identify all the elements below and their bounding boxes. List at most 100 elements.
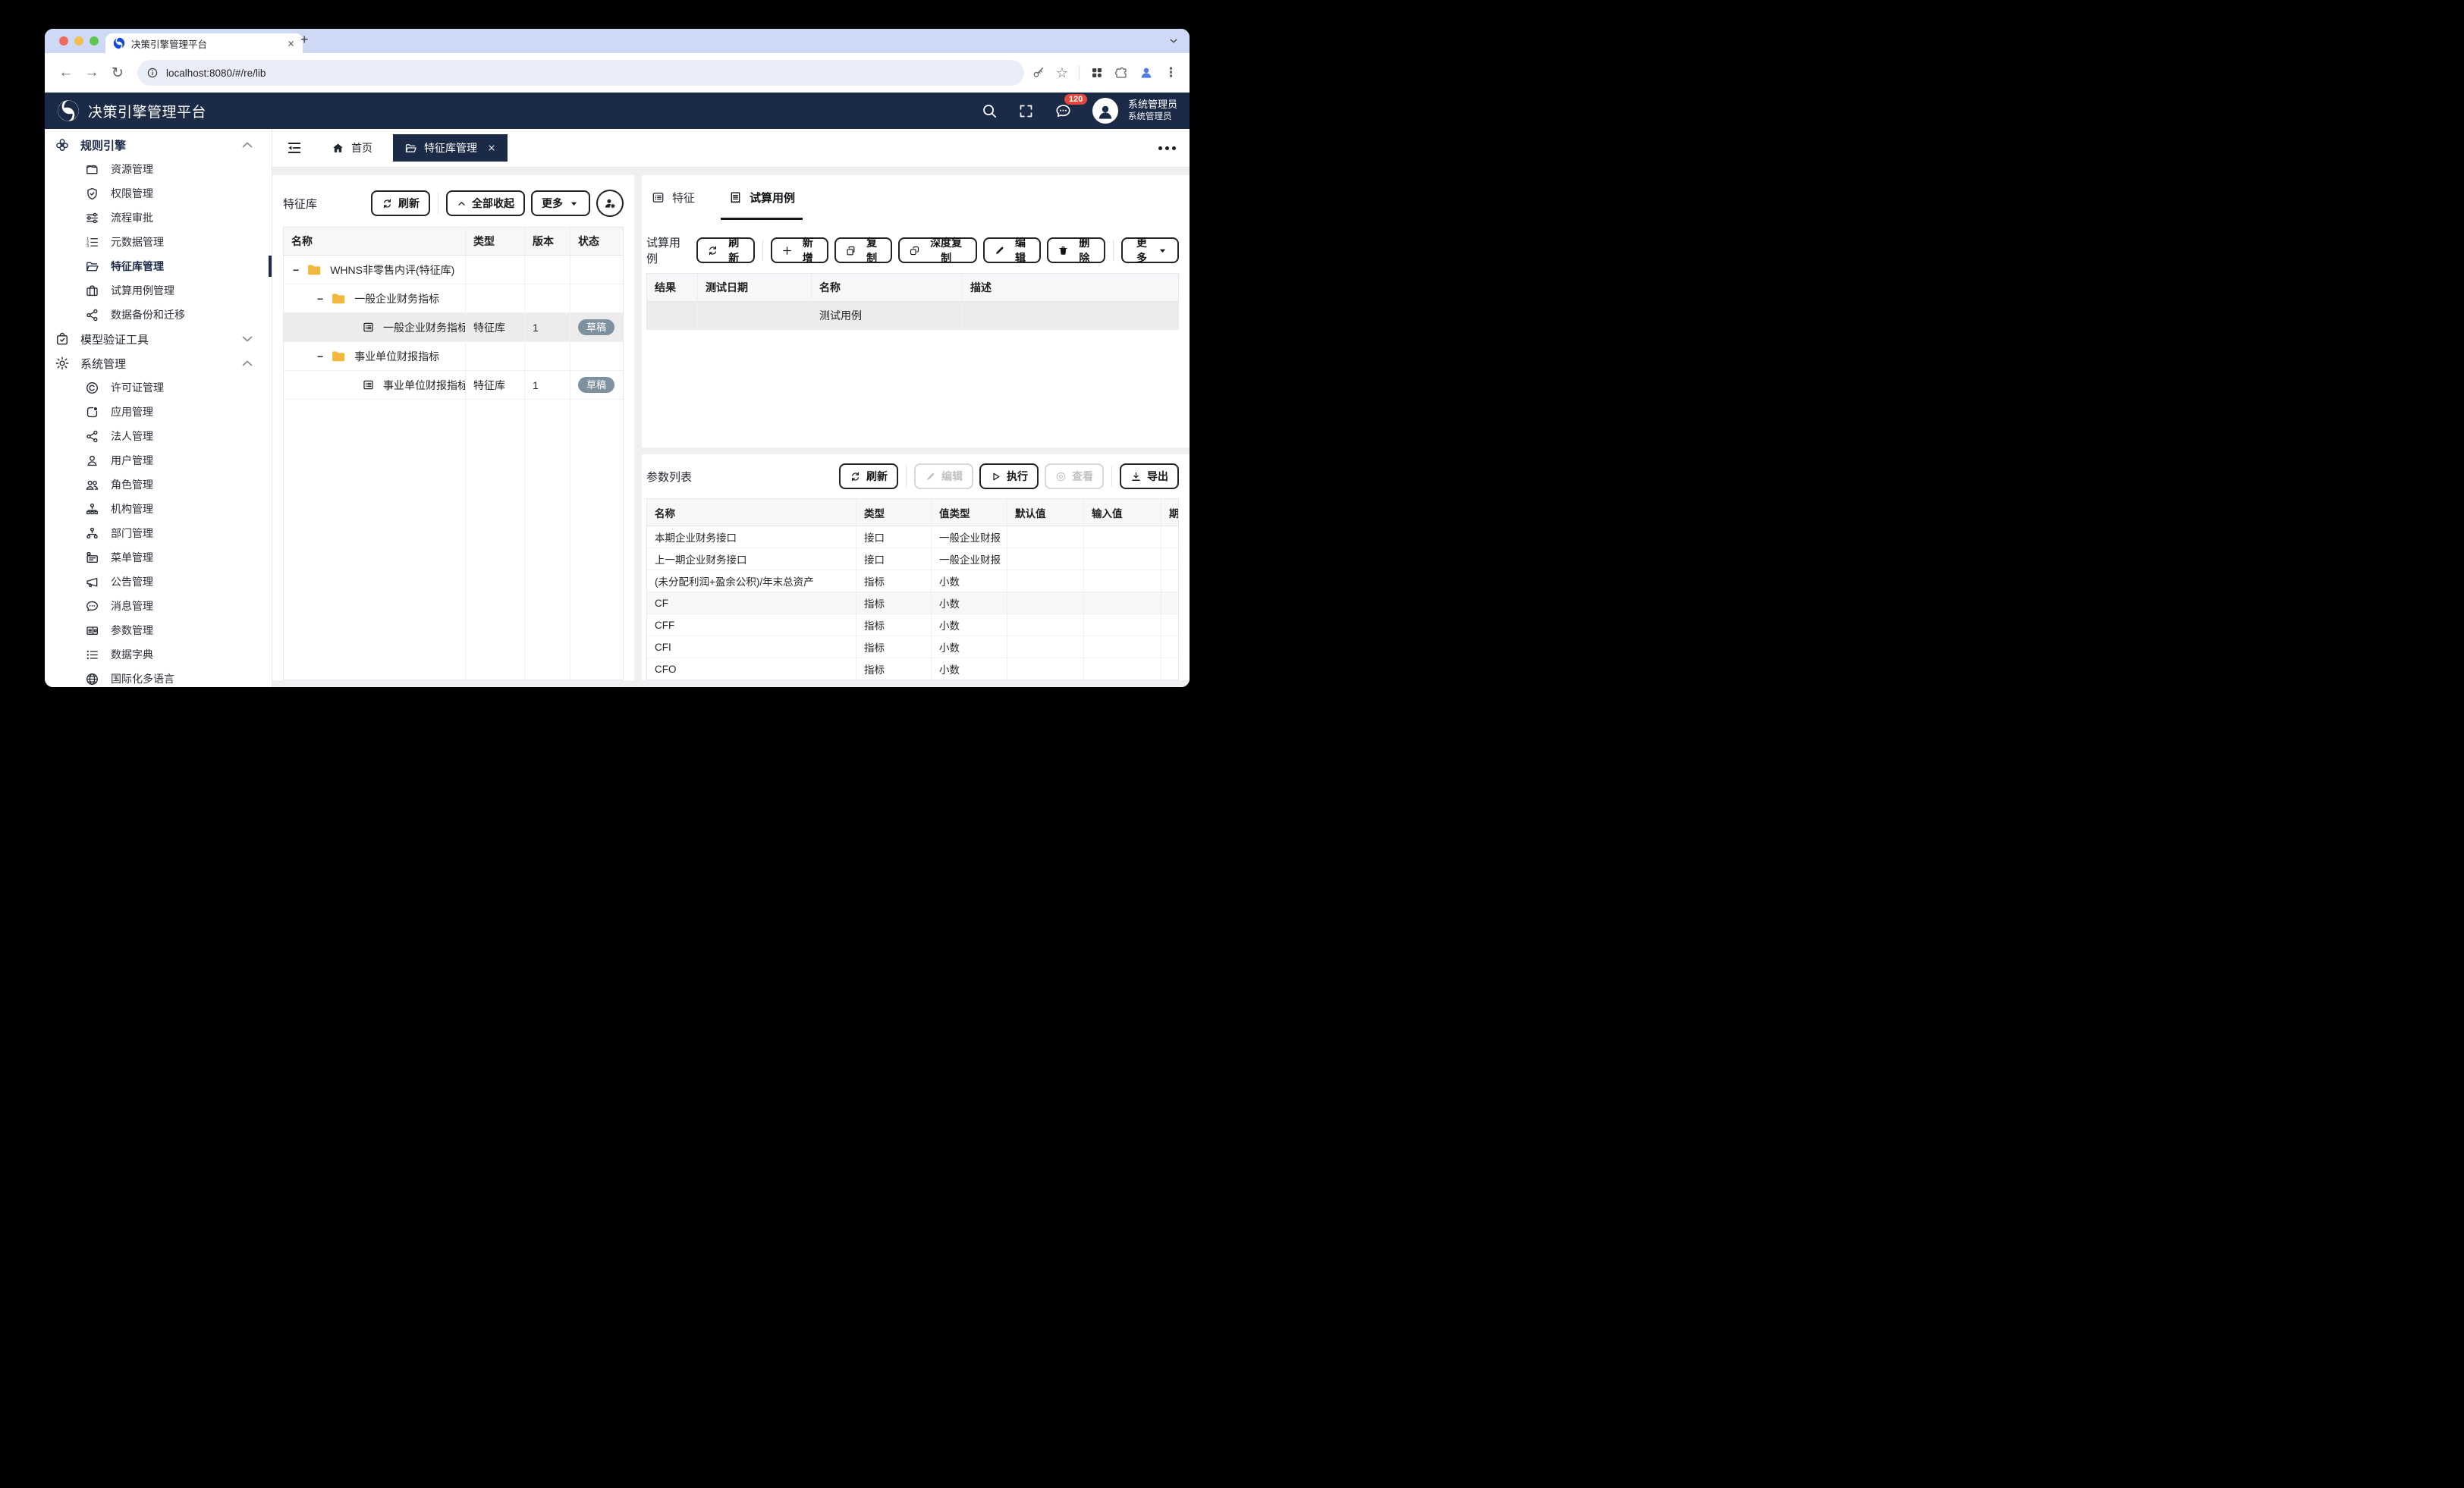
- param-view-button[interactable]: 查看: [1045, 463, 1104, 489]
- sidebar-item-permission[interactable]: 权限管理: [45, 181, 272, 206]
- user-avatar[interactable]: [1092, 98, 1118, 124]
- tab-close-icon[interactable]: [287, 39, 295, 48]
- tree-row[interactable]: −WHNS非零售内评(特征库): [284, 256, 623, 284]
- button-label: 深度复制: [926, 235, 966, 265]
- browser-tab[interactable]: 决策引擎管理平台: [105, 33, 303, 53]
- sidebar-item-department[interactable]: 部门管理: [45, 521, 272, 545]
- cell-name: CFF: [647, 614, 856, 636]
- tree-row-selected[interactable]: 一般企业财务指标 特征库 1 草稿: [284, 313, 623, 342]
- param-export-button[interactable]: 导出: [1120, 463, 1179, 489]
- param-row[interactable]: 上一期企业财务接口 接口 一般企业财报: [647, 548, 1178, 570]
- sidebar-item-resource[interactable]: 资源管理: [45, 157, 272, 181]
- sidebar-item-role[interactable]: 角色管理: [45, 472, 272, 497]
- bookmark-star-icon[interactable]: ☆: [1056, 65, 1068, 81]
- collapse-all-button[interactable]: 全部收起: [446, 190, 525, 216]
- tree-collapse-toggle[interactable]: −: [317, 350, 323, 363]
- sidebar-item-user[interactable]: 用户管理: [45, 448, 272, 472]
- button-label: 删除: [1074, 235, 1094, 265]
- library-more-button[interactable]: 更多: [531, 190, 590, 216]
- trial-deep-copy-button[interactable]: 深度复制: [898, 237, 977, 263]
- tab-trial-cases[interactable]: 试算用例: [725, 175, 798, 220]
- sidebar-item-announcement[interactable]: 公告管理: [45, 570, 272, 594]
- param-row[interactable]: CFF 指标 小数: [647, 614, 1178, 636]
- tab-home[interactable]: 首页: [332, 140, 372, 155]
- apps-grid-icon[interactable]: [1090, 66, 1104, 80]
- site-info-icon[interactable]: [146, 67, 159, 79]
- tab-features[interactable]: 特征: [648, 175, 698, 220]
- extensions-puzzle-icon[interactable]: [1114, 66, 1128, 80]
- new-tab-button[interactable]: +: [300, 32, 309, 48]
- param-edit-button[interactable]: 编辑: [914, 463, 973, 489]
- param-execute-button[interactable]: 执行: [979, 463, 1039, 489]
- tree-node-label: 一般企业财务指标: [383, 320, 466, 335]
- trial-delete-button[interactable]: 删除: [1047, 237, 1105, 263]
- sidebar-group-rule-engine[interactable]: 规则引擎: [45, 133, 272, 157]
- zoom-window-button[interactable]: [90, 36, 99, 46]
- search-icon[interactable]: [981, 102, 998, 119]
- sidebar-item-label: 机构管理: [111, 501, 153, 516]
- library-refresh-button[interactable]: 刷新: [371, 190, 430, 216]
- trial-add-button[interactable]: 新增: [771, 237, 828, 263]
- chevron-up-icon[interactable]: [240, 356, 255, 371]
- sidebar-item-license[interactable]: 许可证管理: [45, 375, 272, 400]
- param-refresh-button[interactable]: 刷新: [839, 463, 898, 489]
- tree-row[interactable]: 事业单位财报指标 特征库 1 草稿: [284, 371, 623, 400]
- param-row[interactable]: (未分配利润+盈余公积)/年末总资产 指标 小数: [647, 570, 1178, 592]
- collapse-sidebar-button[interactable]: [280, 133, 309, 162]
- sidebar-item-menu[interactable]: 菜单管理: [45, 545, 272, 570]
- tab-overflow-menu[interactable]: [1158, 146, 1176, 150]
- tree-row[interactable]: −事业单位财报指标: [284, 342, 623, 371]
- tree-row[interactable]: −一般企业财务指标: [284, 284, 623, 313]
- sidebar-item-application[interactable]: 应用管理: [45, 400, 272, 424]
- column-header-version: 版本: [525, 228, 570, 255]
- chevron-up-icon[interactable]: [240, 137, 255, 152]
- param-row[interactable]: CFO 指标 小数: [647, 658, 1178, 680]
- sidebar-item-metadata[interactable]: 元数据管理: [45, 230, 272, 254]
- sidebar-item-organization[interactable]: 机构管理: [45, 497, 272, 521]
- trial-edit-button[interactable]: 编辑: [983, 237, 1041, 263]
- sidebar-item-dictionary[interactable]: 数据字典: [45, 642, 272, 667]
- bag-check-icon: [55, 331, 70, 347]
- param-table: 名称 类型 值类型 默认值 输入值 期望值 本期企业财务接口 接口 一般企业财报: [646, 498, 1179, 680]
- messages-button[interactable]: 120: [1054, 102, 1072, 120]
- user-info[interactable]: 系统管理员 系统管理员: [1128, 99, 1177, 123]
- trial-case-row-selected[interactable]: 测试用例: [647, 302, 1178, 329]
- browser-menu-icon[interactable]: ⋮: [1164, 65, 1177, 80]
- param-row[interactable]: 本期企业财务接口 接口 一般企业财报: [647, 526, 1178, 548]
- tree-collapse-toggle[interactable]: −: [317, 293, 323, 305]
- sidebar-item-workflow[interactable]: 流程审批: [45, 206, 272, 230]
- folder-icon: [332, 350, 345, 362]
- tree-collapse-toggle[interactable]: −: [293, 264, 299, 276]
- sidebar-group-system[interactable]: 系统管理: [45, 351, 272, 375]
- trial-copy-button[interactable]: 复制: [834, 237, 892, 263]
- sidebar-item-trial-case[interactable]: 试算用例管理: [45, 278, 272, 303]
- library-user-settings-button[interactable]: [596, 190, 624, 217]
- close-icon[interactable]: [487, 143, 496, 152]
- user-gear-icon: [603, 196, 617, 210]
- tab-search-icon[interactable]: [1168, 36, 1179, 46]
- param-row[interactable]: CFI 指标 小数: [647, 636, 1178, 658]
- forward-button[interactable]: →: [80, 61, 104, 85]
- password-key-icon[interactable]: [1032, 66, 1045, 80]
- close-window-button[interactable]: [59, 36, 68, 46]
- home-icon: [332, 142, 344, 155]
- sidebar-item-i18n[interactable]: 国际化多语言: [45, 667, 272, 687]
- sidebar-group-model-validation[interactable]: 模型验证工具: [45, 327, 272, 351]
- reload-button[interactable]: ↻: [105, 61, 130, 85]
- sidebar-item-legal-entity[interactable]: 法人管理: [45, 424, 272, 448]
- param-row[interactable]: CF 指标 小数: [647, 592, 1178, 614]
- toolbar-divider: [906, 466, 907, 487]
- address-bar[interactable]: localhost:8080/#/re/lib: [137, 60, 1024, 86]
- back-button[interactable]: ←: [54, 61, 78, 85]
- trial-more-button[interactable]: 更多: [1121, 237, 1179, 263]
- sidebar-item-message[interactable]: 消息管理: [45, 594, 272, 618]
- minimize-window-button[interactable]: [74, 36, 83, 46]
- sidebar-item-backup[interactable]: 数据备份和迁移: [45, 303, 272, 327]
- tab-feature-library[interactable]: 特征库管理: [393, 134, 508, 162]
- sidebar-item-feature-library[interactable]: 特征库管理: [45, 254, 272, 278]
- sidebar-item-parameter[interactable]: 参数管理: [45, 618, 272, 642]
- trial-refresh-button[interactable]: 刷新: [696, 237, 754, 263]
- profile-avatar-icon[interactable]: [1139, 65, 1154, 80]
- chevron-down-icon[interactable]: [240, 331, 255, 347]
- fullscreen-icon[interactable]: [1018, 103, 1034, 119]
